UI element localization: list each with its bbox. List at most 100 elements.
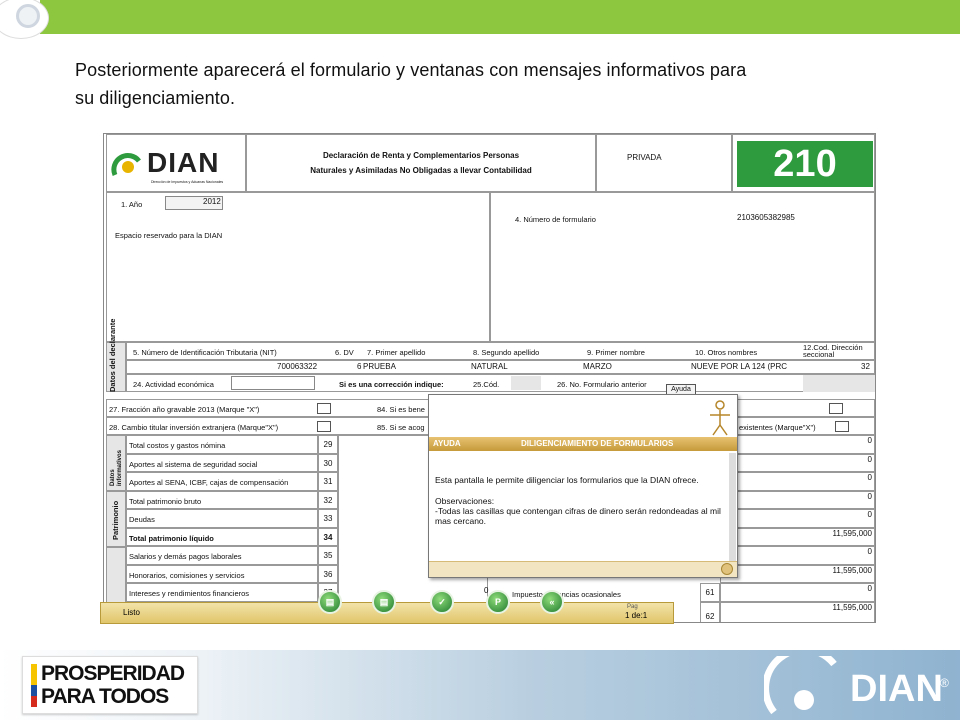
table-row: Aportes al sistema de seguridad social xyxy=(126,454,318,472)
row85-label: 85. Si se acog xyxy=(377,423,425,432)
help-popup-body: Esta pantalla le permite diligenciar los… xyxy=(435,475,735,526)
row-num: 34 xyxy=(318,528,338,546)
right-value: 11,595,000 xyxy=(832,603,872,612)
row27-checkbox[interactable] xyxy=(317,403,331,414)
table-row: Deudas xyxy=(126,509,318,528)
row-num-text: 36 xyxy=(323,570,333,579)
row-label: Aportes al sistema de seguridad social xyxy=(129,460,258,469)
row-num: 32 xyxy=(318,491,338,509)
row-num-text: 34 xyxy=(323,533,333,542)
anio-label: 1. Año xyxy=(121,200,143,209)
right-value: 0 xyxy=(867,473,872,482)
form-title-line2: Naturales y Asimiladas No Obligadas a ll… xyxy=(310,166,532,175)
row-label: Intereses y rendimientos financieros xyxy=(129,589,250,598)
prosperidad-line1: PROSPERIDAD xyxy=(41,662,185,685)
intro-line-1: Posteriormente aparecerá el formulario y… xyxy=(75,60,747,80)
otros-nombres-label: 10. Otros nombres xyxy=(695,348,758,357)
table-row: Honorarios, comisiones y servicios xyxy=(126,565,318,583)
row-num-text: 33 xyxy=(323,514,333,523)
row28-checkbox[interactable] xyxy=(317,421,331,432)
right-value: 0 xyxy=(867,510,872,519)
primer-nombre-label: 9. Primer nombre xyxy=(587,348,645,357)
declarante-side-label: Datos del declarante xyxy=(108,318,117,392)
form-number: 210 xyxy=(773,143,837,185)
dv-field[interactable]: 6 xyxy=(357,362,361,371)
right-value-cell[interactable]: 11,595,000 xyxy=(720,565,875,583)
right-value-cell[interactable]: 0 xyxy=(720,583,875,602)
row62-num: 62 xyxy=(700,602,720,622)
primer-apellido-label: 7. Primer apellido xyxy=(367,348,426,357)
prosperidad-logo: PROSPERIDAD PARA TODOS xyxy=(22,656,198,714)
anio-value: 2012 xyxy=(203,197,221,206)
right-value: 0 xyxy=(867,584,872,593)
row27-label: 27. Fracción año gravable 2013 (Marque "… xyxy=(109,405,260,414)
row-num: 36 xyxy=(318,565,338,583)
toolbar-pdf-icon[interactable]: P xyxy=(486,590,510,614)
segundo-apellido-label: 8. Segundo apellido xyxy=(473,348,540,357)
help-popup-obs-text: -Todas las casillas que contengan cifras… xyxy=(435,506,721,526)
right-value-cell[interactable]: 11,595,000 xyxy=(720,602,875,622)
table-row: Intereses y rendimientos financieros xyxy=(126,583,318,602)
actividad-row: 24. Actividad económica Si es una correc… xyxy=(126,374,875,392)
footer-dian-sun-icon xyxy=(764,656,837,715)
dian-sun-icon xyxy=(111,153,141,176)
segundo-apellido-field[interactable]: NATURAL xyxy=(471,362,508,371)
privada-label: PRIVADA xyxy=(627,153,662,162)
right-value-cell[interactable]: 0 xyxy=(720,509,875,528)
help-popup-scrollbar[interactable] xyxy=(729,453,736,561)
prosperidad-line2: PARA TODOS xyxy=(41,685,169,708)
right-value-cell[interactable]: 0 xyxy=(720,454,875,472)
help-popup-footer xyxy=(429,561,737,577)
row-num: 31 xyxy=(318,472,338,491)
help-popup-obs-title: Observaciones: xyxy=(435,496,495,506)
form-number-cell: 210 xyxy=(732,134,875,192)
row61-num: 61 xyxy=(700,583,720,602)
logo-cell: DIAN Dirección de Impuestos y Aduanas Na… xyxy=(106,134,246,192)
row-num-text: 35 xyxy=(323,551,333,560)
title-cell: Declaración de Renta y Complementarios P… xyxy=(246,134,596,192)
actividad-field[interactable] xyxy=(231,376,315,390)
row-label: Total patrimonio líquido xyxy=(129,534,214,543)
right-value-cell[interactable]: 11,595,000 xyxy=(720,528,875,546)
table-row: Salarios y demás pagos laborales xyxy=(126,546,318,565)
cod-dir-field[interactable]: 32 xyxy=(861,362,870,371)
footer-dian-reg: ® xyxy=(940,676,949,690)
help-popup-close-icon[interactable] xyxy=(721,563,733,575)
right-value-cell[interactable]: 0 xyxy=(720,435,875,454)
nit-field[interactable]: 700063322 xyxy=(277,362,317,371)
dv-label: 6. DV xyxy=(335,348,354,357)
row-num-text: 31 xyxy=(323,477,333,486)
row-label: Total patrimonio bruto xyxy=(129,497,202,506)
table-row: Total patrimonio bruto xyxy=(126,491,318,509)
right-value-cell[interactable]: 0 xyxy=(720,491,875,509)
toolbar-back-icon[interactable]: « xyxy=(540,590,564,614)
cod25-label: 25.Cód. xyxy=(473,380,500,389)
row62-num-text: 62 xyxy=(705,612,715,621)
row-num-text: 30 xyxy=(323,459,333,468)
right-value: 11,595,000 xyxy=(832,529,872,538)
otros-nombres-field[interactable]: NUEVE POR LA 124 (PRC xyxy=(691,362,787,371)
row84-checkbox[interactable] xyxy=(829,403,843,414)
help-popup-ayuda: AYUDA xyxy=(433,439,461,448)
primer-nombre-field[interactable]: MARZO xyxy=(583,362,612,371)
row85-checkbox[interactable] xyxy=(835,421,849,432)
actividad-label: 24. Actividad económica xyxy=(133,380,214,389)
right-value-cell[interactable]: 0 xyxy=(720,546,875,565)
status-pag-label: Pag xyxy=(627,604,638,610)
table-row: Total costos y gastos nómina xyxy=(126,435,318,454)
row84-label: 84. Si es bene xyxy=(377,405,425,414)
toolbar-validate-icon[interactable]: ✓ xyxy=(430,590,454,614)
flag-yellow xyxy=(31,664,37,685)
intro-text: Posteriormente aparecerá el formulario y… xyxy=(75,56,915,112)
help-figure-icon xyxy=(710,400,730,436)
patrimonio-label: Patrimonio xyxy=(111,500,120,540)
flag-red xyxy=(31,696,37,707)
anio-section: 1. Año 2012 Espacio reservado para la DI… xyxy=(106,192,490,342)
toolbar-print-icon[interactable]: ▤ xyxy=(372,590,396,614)
cod25-field[interactable] xyxy=(511,376,541,390)
toolbar-save-icon[interactable]: ▤ xyxy=(318,590,342,614)
primer-apellido-field[interactable]: PRUEBA xyxy=(363,362,396,371)
row-label: Total costos y gastos nómina xyxy=(129,441,226,450)
right-value-cell[interactable]: 0 xyxy=(720,472,875,491)
form-title-line1: Declaración de Renta y Complementarios P… xyxy=(322,151,520,160)
